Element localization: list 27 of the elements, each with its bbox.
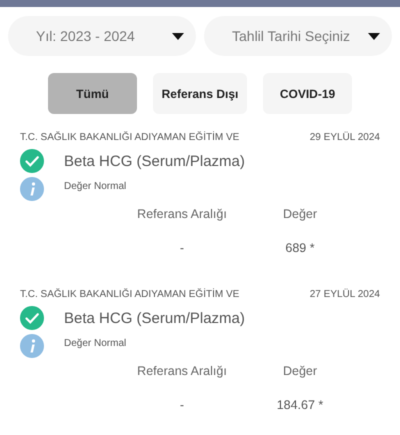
- filter-button[interactable]: COVID-19: [263, 73, 352, 114]
- result-date: 29 EYLÜL 2024: [310, 132, 380, 143]
- caret-icon: [368, 32, 380, 40]
- column-header: Değer: [282, 207, 318, 221]
- check-icon: [20, 306, 44, 330]
- filter-button[interactable]: Tümü: [48, 73, 137, 114]
- institution-name: T.C. SAĞLIK BAKANLIĞI ADIYAMAN EĞİTİM VE: [20, 132, 240, 143]
- test-name: Beta HCG (Serum/Plazma): [64, 152, 245, 170]
- check-icon: [20, 149, 44, 173]
- reference-range: -: [180, 241, 184, 255]
- test-name: Beta HCG (Serum/Plazma): [64, 310, 245, 326]
- column-header: Referans Aralığı: [137, 207, 227, 221]
- result-note: Değer Normal: [64, 181, 126, 192]
- info-icon: [20, 177, 44, 201]
- result-note: Değer Normal: [64, 338, 126, 349]
- result-value: 184.67 *: [276, 398, 324, 412]
- result-date: 27 EYLÜL 2024: [310, 289, 380, 300]
- reference-range: -: [180, 398, 184, 412]
- info-icon: [20, 334, 44, 358]
- dropdown[interactable]: Tahlil Tarihi Seçiniz: [204, 16, 392, 56]
- filter-button[interactable]: Referans Dışı: [153, 73, 247, 114]
- column-header: Değer: [282, 364, 318, 378]
- dropdown[interactable]: Yıl: 2023 - 2024: [8, 16, 196, 56]
- caret-icon: [172, 32, 184, 40]
- result-value: 689 *: [285, 241, 315, 255]
- column-header: Referans Aralığı: [137, 364, 227, 378]
- institution-name: T.C. SAĞLIK BAKANLIĞI ADIYAMAN EĞİTİM VE: [20, 289, 240, 300]
